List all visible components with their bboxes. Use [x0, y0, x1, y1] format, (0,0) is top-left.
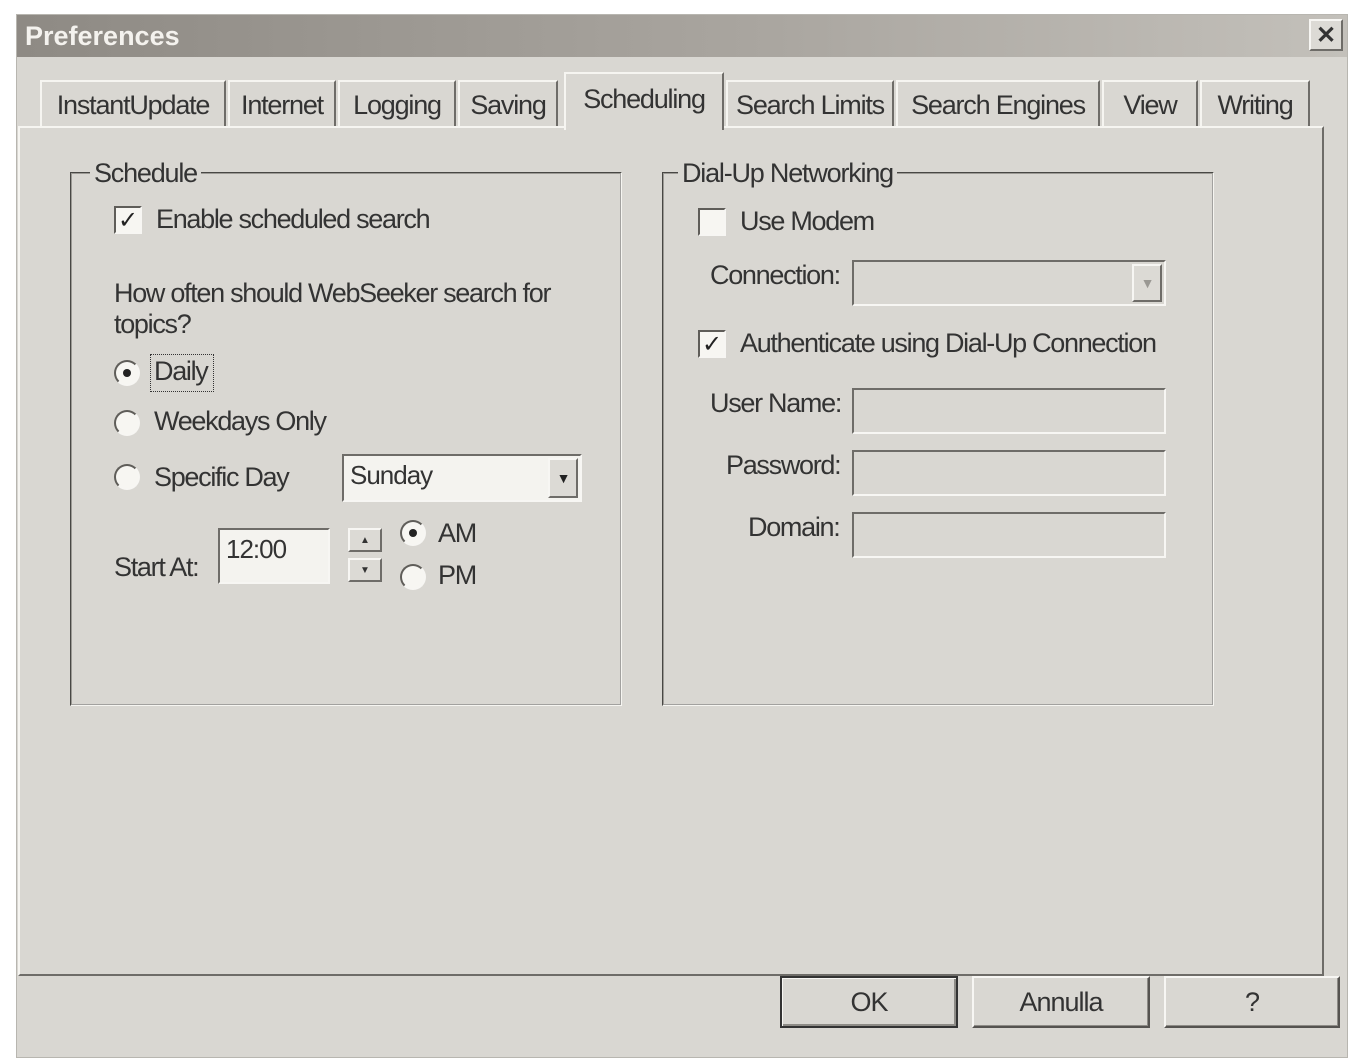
daily-focus-rect [150, 354, 214, 392]
help-button[interactable]: ? [1164, 976, 1340, 1028]
dialup-group-title: Dial-Up Networking [678, 158, 897, 189]
tab-panel-scheduling: Schedule ✓ Enable scheduled search How o… [18, 126, 1324, 976]
tab-label: Scheduling [583, 84, 706, 114]
chevron-down-icon[interactable]: ▼ [548, 458, 578, 498]
window-title: Preferences [25, 21, 180, 51]
tab-view[interactable]: View [1102, 80, 1198, 126]
weekdays-only-radio[interactable] [114, 410, 140, 436]
spin-up-icon[interactable]: ▲ [348, 528, 382, 552]
enable-scheduled-search-checkbox[interactable]: ✓ [114, 206, 142, 234]
start-time-value: 12:00 [226, 534, 287, 564]
schedule-group: Schedule ✓ Enable scheduled search How o… [70, 158, 622, 706]
dialup-group: Dial-Up Networking Use Modem Connection:… [662, 158, 1214, 706]
am-radio[interactable] [400, 520, 426, 546]
tab-search-engines[interactable]: Search Engines [896, 80, 1100, 126]
close-icon[interactable]: ✕ [1309, 19, 1343, 51]
tab-label: Internet [241, 90, 324, 120]
specific-day-label[interactable]: Specific Day [154, 462, 290, 493]
tab-instantupdate[interactable]: InstantUpdate [40, 80, 226, 126]
day-select[interactable]: Sunday ▼ [342, 454, 582, 502]
username-label: User Name: [710, 388, 842, 418]
connection-select[interactable]: ▼ [852, 260, 1166, 306]
tab-internet[interactable]: Internet [228, 80, 336, 126]
use-modem-checkbox[interactable] [698, 208, 726, 236]
tab-saving[interactable]: Saving [458, 80, 558, 126]
tab-label: Saving [470, 90, 547, 120]
password-field[interactable] [852, 450, 1166, 496]
authenticate-checkbox[interactable]: ✓ [698, 330, 726, 358]
weekdays-only-label[interactable]: Weekdays Only [154, 406, 327, 437]
tab-writing[interactable]: Writing [1200, 80, 1310, 126]
tab-logging[interactable]: Logging [338, 80, 456, 126]
tab-strip: InstantUpdate Internet Logging Saving Sc… [24, 72, 1332, 130]
tab-label: Search Engines [911, 90, 1086, 120]
password-label: Password: [726, 450, 842, 480]
tab-label: Writing [1217, 90, 1293, 120]
cancel-button[interactable]: Annulla [972, 976, 1150, 1028]
start-time-input[interactable]: 12:00 [218, 528, 330, 584]
connection-label: Connection: [710, 260, 841, 290]
enable-scheduled-search-label[interactable]: Enable scheduled search [156, 204, 431, 235]
am-label[interactable]: AM [438, 518, 477, 549]
tab-label: Logging [353, 90, 442, 120]
tab-search-limits[interactable]: Search Limits [726, 80, 894, 126]
frequency-question: How often should WebSeeker search for to… [114, 278, 551, 339]
tab-label: View [1123, 90, 1177, 120]
pm-label[interactable]: PM [438, 560, 477, 591]
use-modem-label[interactable]: Use Modem [740, 206, 875, 237]
chevron-down-icon[interactable]: ▼ [1132, 264, 1162, 302]
domain-label: Domain: [748, 512, 841, 542]
authenticate-label[interactable]: Authenticate using Dial-Up Connection [740, 328, 1157, 359]
pm-radio[interactable] [400, 564, 426, 590]
tab-scheduling[interactable]: Scheduling [564, 72, 724, 130]
username-field[interactable] [852, 388, 1166, 434]
ok-button[interactable]: OK [780, 976, 958, 1028]
spin-down-icon[interactable]: ▼ [348, 558, 382, 582]
tab-label: InstantUpdate [56, 90, 211, 120]
tab-label: Search Limits [736, 90, 885, 120]
domain-field[interactable] [852, 512, 1166, 558]
start-at-label: Start At: [114, 552, 200, 582]
day-select-value: Sunday [350, 460, 433, 490]
schedule-group-title: Schedule [90, 158, 201, 189]
specific-day-radio[interactable] [114, 464, 140, 490]
title-bar[interactable]: Preferences ✕ [17, 15, 1347, 57]
daily-radio[interactable] [114, 360, 140, 386]
